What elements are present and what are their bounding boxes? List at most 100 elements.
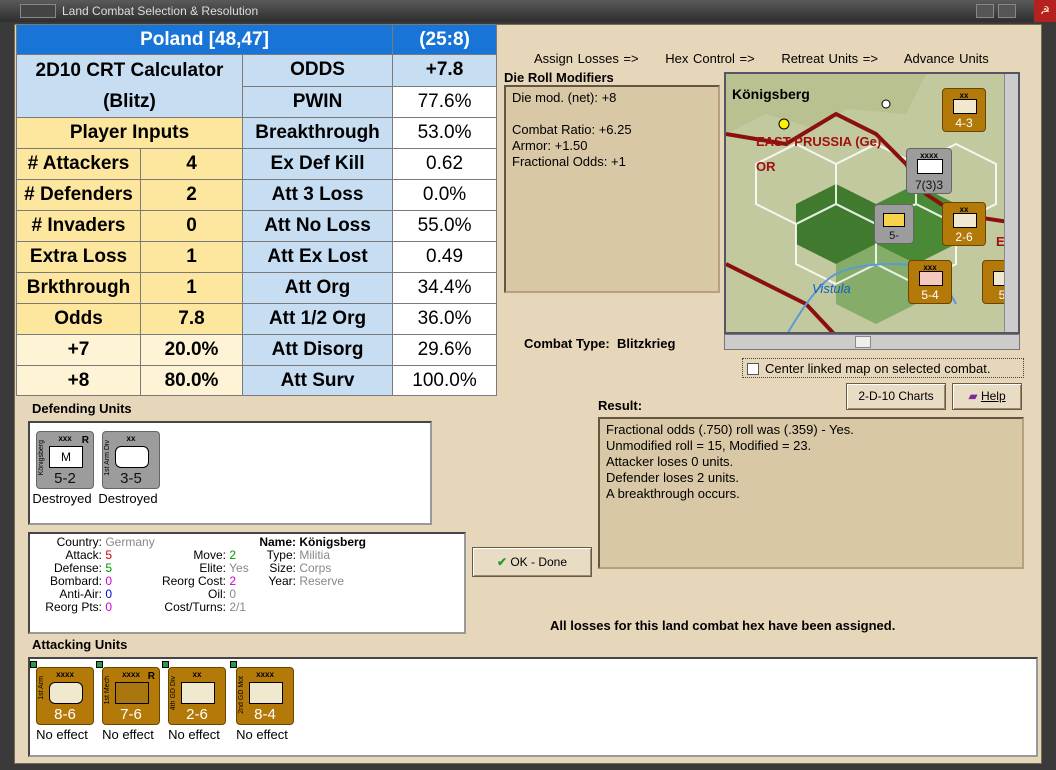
info-year: Year: Reserve <box>268 574 345 588</box>
map-horizontal-scrollbar[interactable] <box>724 334 1020 350</box>
input-label: # Attackers <box>16 148 141 180</box>
result-label: Att No Loss <box>241 210 394 242</box>
result-line: Defender loses 2 units. <box>606 470 739 485</box>
map-counter[interactable]: xx 4-3 <box>942 88 986 132</box>
step-assign-losses[interactable]: Assign Losses => <box>534 51 639 66</box>
die-line: Die mod. (net): +8 <box>512 90 617 105</box>
checkmark-icon: ✔ <box>496 555 507 569</box>
result-value: 77.6% <box>392 85 498 118</box>
checkbox-box[interactable] <box>747 363 759 375</box>
help-book-icon: ▰ <box>968 389 978 403</box>
status-dot <box>96 661 103 668</box>
result-label: Breakthrough <box>241 117 394 149</box>
odds-row-value: 20.0% <box>140 334 243 366</box>
input-value[interactable]: 1 <box>140 241 243 273</box>
result-label: ODDS <box>241 54 394 87</box>
defending-unit-counter[interactable]: xxx R Königsberg M 5-2 <box>36 431 94 489</box>
mini-map[interactable]: Königsberg EAST PRUSSIA (Ge) Vistula OR … <box>724 72 1020 334</box>
status-dot <box>30 661 37 668</box>
minimize-button[interactable] <box>976 4 994 18</box>
map-label-vistula: Vistula <box>812 281 851 296</box>
title-bar: Land Combat Selection & Resolution ☭ <box>0 0 1056 22</box>
map-counter[interactable]: 5- <box>874 204 914 244</box>
scrollbar-thumb[interactable] <box>855 336 871 348</box>
defending-unit-counter[interactable]: xx 1st Arm Div 3-5 <box>102 431 160 489</box>
ok-done-button[interactable]: ✔ OK - Done <box>472 547 592 577</box>
attacking-unit-counter[interactable]: xx 4th GD Div 2-6 <box>168 667 226 725</box>
result-line: A breakthrough occurs. <box>606 486 740 501</box>
result-label: Att Surv <box>241 365 394 396</box>
defending-unit-status: Destroyed <box>98 491 158 506</box>
result-value: 29.6% <box>392 334 498 366</box>
result-label: Att Disorg <box>241 334 394 366</box>
result-value: 55.0% <box>392 210 498 242</box>
status-dot <box>162 661 169 668</box>
map-counter[interactable]: xxxx 7(3)3 <box>906 148 952 194</box>
map-label-east-prussia: EAST PRUSSIA (Ge) <box>756 134 881 149</box>
attacking-unit-counter[interactable]: xxxx R 1st Mech 7-6 <box>102 667 160 725</box>
input-value[interactable]: 2 <box>140 179 243 211</box>
odds-row-value: 80.0% <box>140 365 243 396</box>
input-label: # Invaders <box>16 210 141 242</box>
combat-type-value: Blitzkrieg <box>616 336 676 351</box>
result-value: 100.0% <box>392 365 498 396</box>
crt-header-ratio: (25:8) <box>392 24 498 55</box>
result-label: Att Org <box>241 272 394 304</box>
window-title: Land Combat Selection & Resolution <box>62 4 259 18</box>
player-inputs-heading: Player Inputs <box>16 117 243 149</box>
die-line: Fractional Odds: +1 <box>512 154 626 169</box>
result-value: 0.0% <box>392 179 498 211</box>
input-value[interactable]: 0 <box>140 210 243 242</box>
center-linked-map-checkbox[interactable]: Center linked map on selected combat. <box>742 358 1024 378</box>
maximize-button[interactable] <box>998 4 1016 18</box>
result-value: 0.62 <box>392 148 498 180</box>
result-label: Att Ex Lost <box>241 241 394 273</box>
result-line: Unmodified roll = 15, Modified = 23. <box>606 438 812 453</box>
center-linked-label: Center linked map on selected combat. <box>765 361 991 376</box>
input-label: Odds <box>16 303 141 335</box>
help-button[interactable]: ▰ Help <box>952 383 1022 410</box>
attacking-unit-status: No effect <box>236 727 288 742</box>
attacking-unit-counter[interactable]: xxxx 2nd GD Mot 8-4 <box>236 667 294 725</box>
result-value: +7.8 <box>392 54 498 87</box>
step-advance-units[interactable]: Advance Units <box>904 51 989 66</box>
crt-header-territory: Poland [48,47] <box>15 24 394 55</box>
input-value[interactable]: 1 <box>140 272 243 304</box>
odds-row-label: +8 <box>16 365 141 396</box>
info-reorg-pts: Reorg Pts: 0 <box>45 600 113 614</box>
close-button[interactable]: ☭ <box>1034 0 1056 22</box>
result-value: 36.0% <box>392 303 498 335</box>
result-value: 53.0% <box>392 117 498 149</box>
result-line: Fractional odds (.750) roll was (.359) -… <box>606 422 854 437</box>
crt-calculator-table: Poland [48,47] (25:8) 2D10 CRT Calculato… <box>15 24 498 396</box>
info-cost-turns: Cost/Turns: 2/1 <box>164 600 247 614</box>
result-label: PWIN <box>241 85 394 118</box>
status-dot <box>230 661 237 668</box>
result-title: Result: <box>598 398 643 413</box>
map-vertical-scrollbar[interactable] <box>1004 74 1018 332</box>
result-label: Att 1/2 Org <box>241 303 394 335</box>
defending-units-title: Defending Units <box>32 401 132 416</box>
map-label-or: OR <box>756 159 776 174</box>
die-line: Combat Ratio: +6.25 <box>512 122 632 137</box>
step-retreat-units[interactable]: Retreat Units => <box>781 51 878 66</box>
input-value[interactable]: 7.8 <box>140 303 243 335</box>
die-roll-box: Die mod. (net): +8 Combat Ratio: +6.25 A… <box>504 85 720 293</box>
map-counter[interactable]: xxx 5-4 <box>908 260 952 304</box>
attacking-units-title: Attacking Units <box>32 637 128 652</box>
input-label: Brkthrough <box>16 272 141 304</box>
input-label: # Defenders <box>16 179 141 211</box>
result-label: Att 3 Loss <box>241 179 394 211</box>
die-line <box>512 106 712 122</box>
attacking-unit-counter[interactable]: xxxx 1st Arm 8-6 <box>36 667 94 725</box>
combat-type: Combat Type: Blitzkrieg <box>524 336 676 351</box>
result-box: Fractional odds (.750) roll was (.359) -… <box>598 417 1024 569</box>
input-value[interactable]: 4 <box>140 148 243 180</box>
all-losses-message: All losses for this land combat hex have… <box>550 618 896 633</box>
step-hex-control[interactable]: Hex Control => <box>665 51 754 66</box>
map-counter[interactable]: xx 2-6 <box>942 202 986 246</box>
charts-button[interactable]: 2-D-10 Charts <box>846 383 946 410</box>
result-label: Ex Def Kill <box>241 148 394 180</box>
system-menu-button[interactable] <box>20 4 56 18</box>
die-line: Armor: +1.50 <box>512 138 588 153</box>
